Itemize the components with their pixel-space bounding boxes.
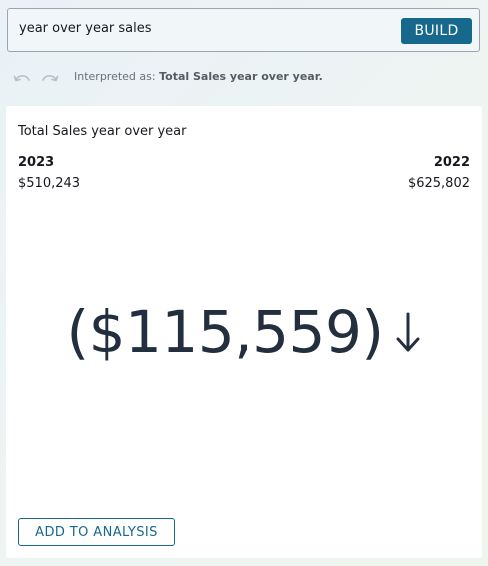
interpretation-row: Interpreted as: Total Sales year over ye… xyxy=(12,68,472,90)
interpreted-value: Total Sales year over year. xyxy=(159,70,323,83)
add-to-analysis-button[interactable]: ADD TO ANALYSIS xyxy=(18,518,175,546)
card-title: Total Sales year over year xyxy=(18,124,187,139)
kpi-card: Total Sales year over year 2023 $510,243… xyxy=(6,106,482,558)
query-input[interactable] xyxy=(19,21,389,36)
redo-icon[interactable] xyxy=(40,71,60,87)
down-arrow-icon xyxy=(396,312,419,352)
current-period-value: $510,243 xyxy=(18,176,81,191)
interpreted-text: Interpreted as: Total Sales year over ye… xyxy=(74,70,323,83)
previous-period-label: 2022 xyxy=(433,155,470,170)
undo-icon[interactable] xyxy=(12,71,32,87)
kpi-delta: ($115,559) xyxy=(6,298,482,366)
delta-value: ($115,559) xyxy=(66,298,384,366)
interpreted-prefix: Interpreted as: xyxy=(74,70,156,83)
previous-period-value: $625,802 xyxy=(407,176,470,191)
build-button[interactable]: BUILD xyxy=(401,18,472,44)
current-period-label: 2023 xyxy=(18,155,55,170)
query-bar: BUILD xyxy=(7,8,480,52)
